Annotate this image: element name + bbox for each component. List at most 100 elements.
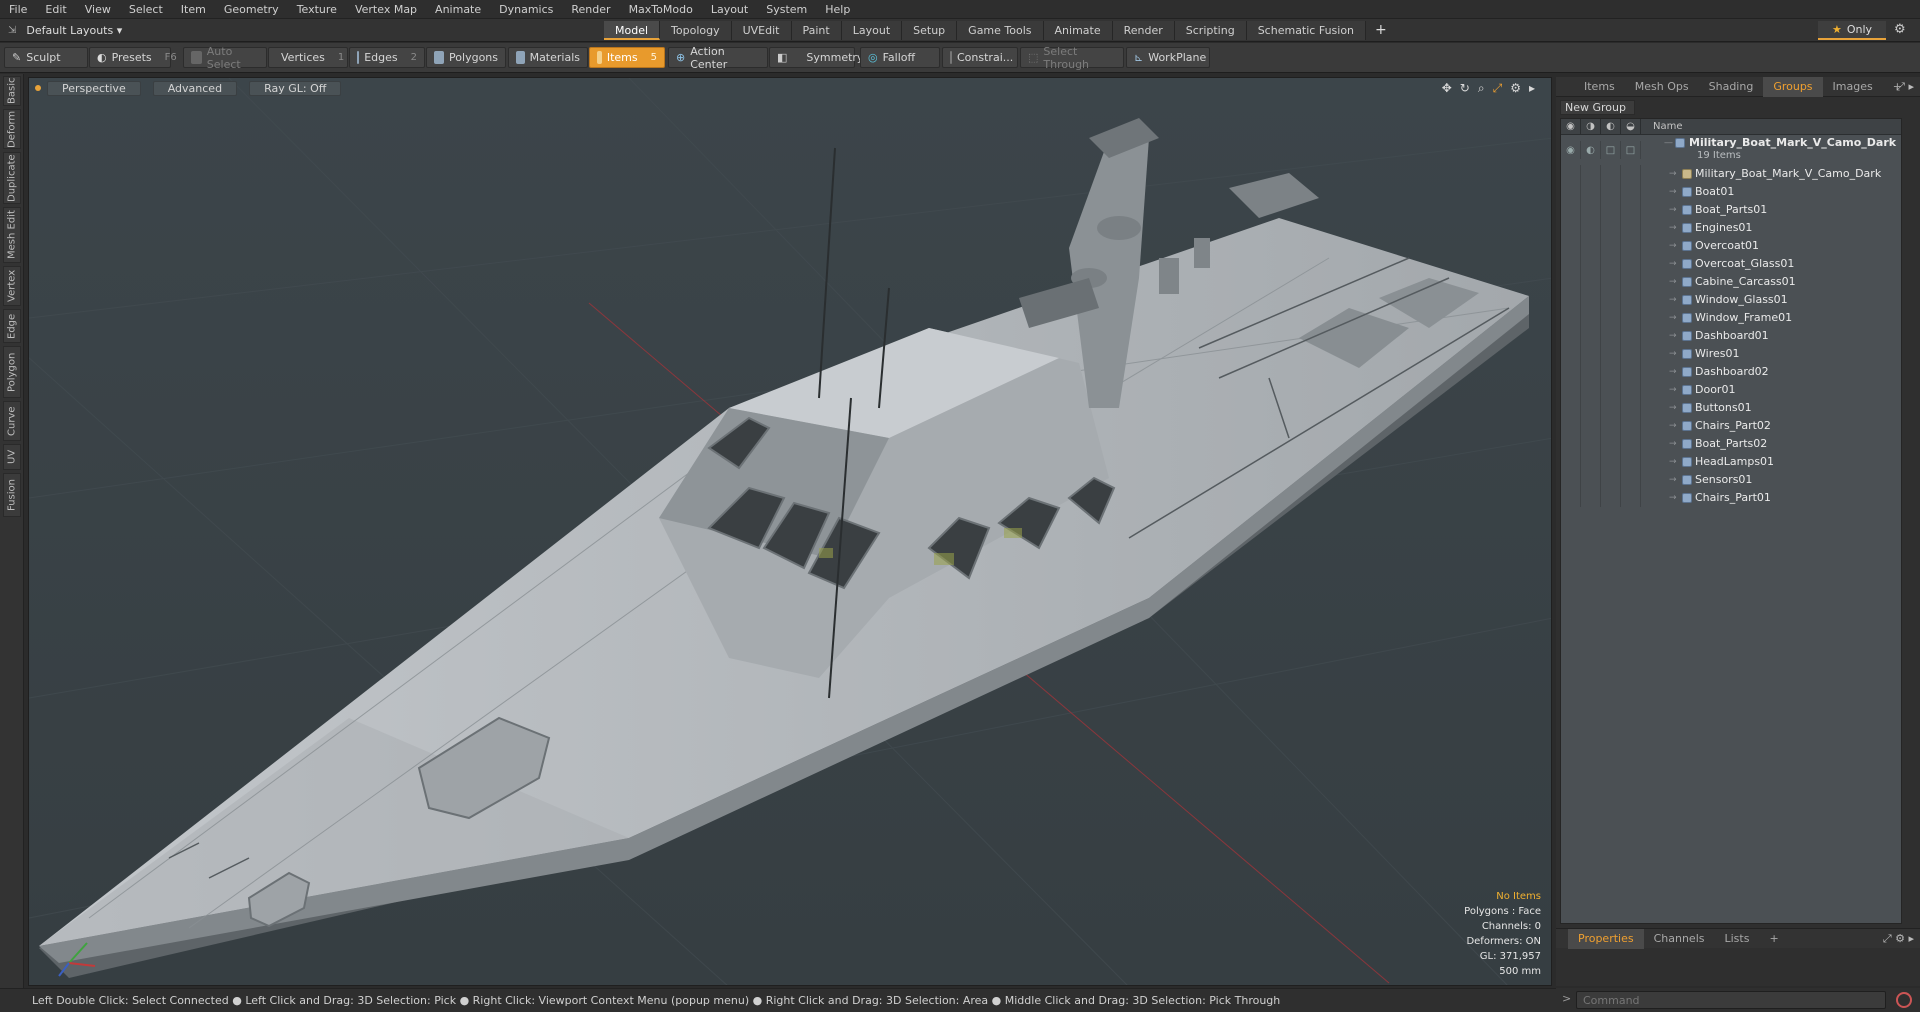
list-item[interactable]: → Overcoat_Glass01 (1561, 255, 1901, 273)
item-column-cell[interactable] (1561, 363, 1581, 381)
menu-layout[interactable]: Layout (702, 0, 757, 19)
item-column-cell[interactable] (1561, 237, 1581, 255)
item-column-cell[interactable] (1621, 363, 1641, 381)
list-item[interactable]: → Cabine_Carcass01 (1561, 273, 1901, 291)
gear-icon[interactable]: ⚙ (1894, 22, 1906, 37)
item-column-cell[interactable] (1581, 201, 1601, 219)
tab-model[interactable]: Model (604, 21, 661, 40)
visibility-column-icon[interactable]: ◉ (1561, 119, 1581, 135)
materials-button[interactable]: Materials (508, 47, 588, 68)
menu-vertex-map[interactable]: Vertex Map (346, 0, 426, 19)
edges-button[interactable]: Edges 2 (349, 47, 425, 68)
record-icon[interactable] (1896, 992, 1912, 1008)
list-item[interactable]: → Chairs_Part02 (1561, 417, 1901, 435)
list-item[interactable]: → Chairs_Part01 (1561, 489, 1901, 507)
maximize-icon[interactable]: ⤢ (1493, 81, 1503, 96)
group-lock-checkbox[interactable]: □ (1601, 141, 1621, 159)
left-tab-duplicate[interactable]: Duplicate (3, 152, 21, 204)
list-item[interactable]: → Wires01 (1561, 345, 1901, 363)
item-column-cell[interactable] (1581, 345, 1601, 363)
item-column-cell[interactable] (1601, 219, 1621, 237)
action-center-button[interactable]: ⊕ Action Center (668, 45, 768, 71)
workplane-button[interactable]: ⊾ WorkPlane (1126, 47, 1210, 68)
pan-icon[interactable]: ✥ (1442, 81, 1452, 96)
item-column-cell[interactable] (1601, 471, 1621, 489)
item-column-cell[interactable] (1581, 291, 1601, 309)
item-column-cell[interactable] (1621, 183, 1641, 201)
tab-scripting[interactable]: Scripting (1174, 21, 1247, 40)
menu-edit[interactable]: Edit (36, 0, 75, 19)
viewport-menu-arrow-icon[interactable]: ▸ (1529, 81, 1535, 96)
item-column-cell[interactable] (1621, 399, 1641, 417)
tab-animate[interactable]: Animate (1043, 21, 1113, 40)
list-item[interactable]: → Window_Frame01 (1561, 309, 1901, 327)
add-tab-icon[interactable]: + (1366, 21, 1396, 40)
item-column-cell[interactable] (1621, 219, 1641, 237)
item-column-cell[interactable] (1581, 435, 1601, 453)
layout-expand-icon[interactable]: ⇲ (8, 25, 16, 36)
menu-view[interactable]: View (76, 0, 120, 19)
lock-column-icon[interactable]: ◐ (1601, 119, 1621, 135)
list-item[interactable]: → Military_Boat_Mark_V_Camo_Dark (1561, 165, 1901, 183)
panel-tab-shading[interactable]: Shading (1699, 77, 1764, 97)
item-column-cell[interactable] (1601, 381, 1621, 399)
item-column-cell[interactable] (1561, 219, 1581, 237)
viewport-settings-icon[interactable]: ⚙ (1510, 81, 1521, 96)
item-column-cell[interactable] (1581, 363, 1601, 381)
item-column-cell[interactable] (1581, 273, 1601, 291)
item-column-cell[interactable] (1581, 219, 1601, 237)
item-column-cell[interactable] (1601, 453, 1621, 471)
item-column-cell[interactable] (1561, 471, 1581, 489)
item-column-cell[interactable] (1581, 165, 1601, 183)
group-render-icon[interactable]: ◐ (1581, 141, 1601, 159)
item-column-cell[interactable] (1561, 255, 1581, 273)
item-column-cell[interactable] (1621, 237, 1641, 255)
item-column-cell[interactable] (1621, 165, 1641, 183)
tab-uvedit[interactable]: UVEdit (731, 21, 792, 40)
list-item[interactable]: → Overcoat01 (1561, 237, 1901, 255)
group-visibility-icon[interactable]: ◉ (1561, 141, 1581, 159)
item-column-cell[interactable] (1621, 309, 1641, 327)
layout-selector-label[interactable]: Default Layouts ▾ (26, 24, 122, 37)
item-column-cell[interactable] (1601, 363, 1621, 381)
panel-expand-icon[interactable]: ⤢ ▸ (1896, 80, 1914, 94)
item-column-cell[interactable] (1581, 183, 1601, 201)
item-column-cell[interactable] (1621, 345, 1641, 363)
item-column-cell[interactable] (1601, 201, 1621, 219)
tab-setup[interactable]: Setup (902, 21, 958, 40)
list-item[interactable]: → Buttons01 (1561, 399, 1901, 417)
shading-selector[interactable]: Advanced (152, 80, 238, 96)
add-bottom-tab-icon[interactable]: + (1759, 929, 1788, 949)
item-column-cell[interactable] (1621, 201, 1641, 219)
tab-paint[interactable]: Paint (791, 21, 842, 40)
item-column-cell[interactable] (1561, 183, 1581, 201)
item-column-cell[interactable] (1601, 435, 1621, 453)
item-column-cell[interactable] (1601, 417, 1621, 435)
panel-tab-items[interactable]: Items (1574, 77, 1625, 97)
left-tab-vertex[interactable]: Vertex (3, 266, 21, 306)
view-mode-selector[interactable]: Perspective (47, 80, 141, 96)
menu-dynamics[interactable]: Dynamics (490, 0, 562, 19)
menu-texture[interactable]: Texture (288, 0, 346, 19)
item-column-cell[interactable] (1621, 435, 1641, 453)
item-column-cell[interactable] (1561, 327, 1581, 345)
menu-item[interactable]: Item (172, 0, 215, 19)
bottom-tab-lists[interactable]: Lists (1715, 929, 1760, 949)
bottom-tab-properties[interactable]: Properties (1568, 928, 1644, 949)
left-tab-uv[interactable]: UV (3, 444, 21, 470)
vertices-button[interactable]: Vertices 1 (268, 47, 348, 68)
group-select-checkbox[interactable]: □ (1621, 141, 1641, 159)
item-column-cell[interactable] (1581, 471, 1601, 489)
items-button[interactable]: Items 5 (589, 47, 665, 68)
item-column-cell[interactable] (1601, 237, 1621, 255)
item-column-cell[interactable] (1581, 489, 1601, 507)
list-item[interactable]: → Boat01 (1561, 183, 1901, 201)
left-tab-curve[interactable]: Curve (3, 401, 21, 441)
item-column-cell[interactable] (1601, 345, 1621, 363)
item-column-cell[interactable] (1581, 237, 1601, 255)
menu-file[interactable]: File (0, 0, 36, 19)
polygons-button[interactable]: Polygons (426, 47, 506, 68)
auto-select-button[interactable]: Auto Select (183, 45, 267, 71)
menu-help[interactable]: Help (816, 0, 859, 19)
left-tab-fusion[interactable]: Fusion (3, 473, 21, 517)
